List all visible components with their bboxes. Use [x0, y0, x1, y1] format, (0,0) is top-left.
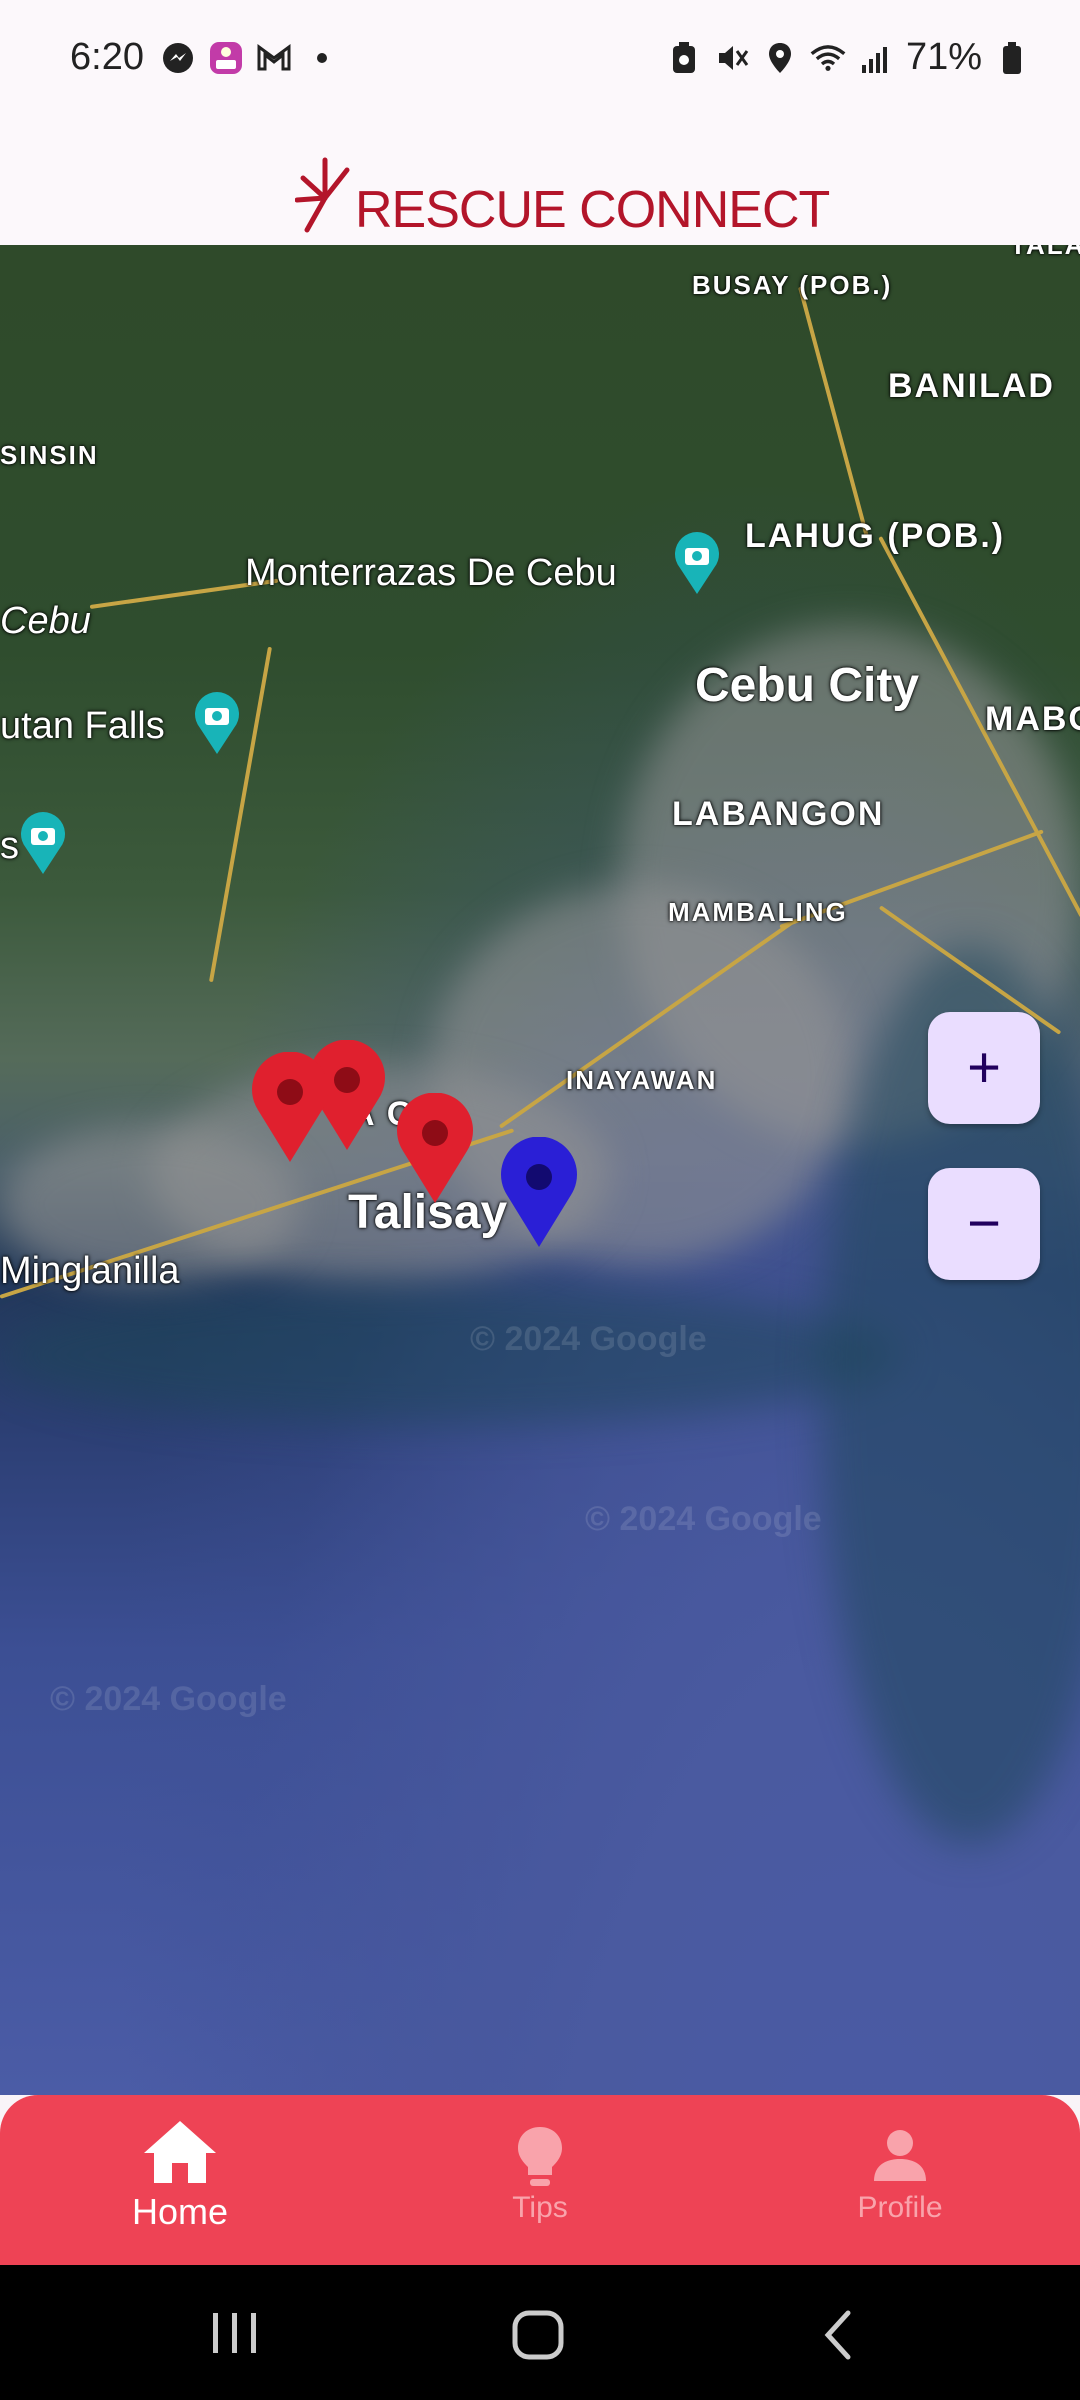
signal-icon [858, 40, 894, 76]
coastal-shelf [0, 1285, 900, 1425]
map-watermark: © 2024 Google [585, 1500, 822, 1538]
back-icon[interactable] [818, 2309, 858, 2361]
map-label-busay: BUSAY (POB.) [692, 270, 893, 300]
camera-poi-icon[interactable] [16, 810, 70, 876]
incident-marker-pin[interactable] [393, 1093, 477, 1205]
battery-percent: 71% [905, 36, 982, 78]
map-watermark: © 2024 Google [470, 1320, 707, 1358]
minus-icon: − [967, 1191, 1001, 1256]
recent-apps-icon[interactable] [207, 2309, 263, 2357]
rescue-burst-icon [295, 157, 350, 233]
home-circle-icon[interactable] [510, 2309, 566, 2361]
incident-marker-pin[interactable] [248, 1052, 332, 1164]
system-navigation-bar [0, 2265, 1080, 2400]
battery-icon [994, 40, 1030, 76]
nav-label-home: Home [131, 2191, 229, 2232]
home-icon [144, 2121, 216, 2183]
mute-icon [714, 40, 750, 76]
app-header: RESCUE CONNECT [0, 120, 1080, 245]
status-bar: 6:20 71% [0, 0, 1080, 120]
map-label-mabolo: MABO [985, 700, 1080, 738]
app-title: RESCUE CONNECT [355, 181, 830, 239]
location-icon [762, 40, 798, 76]
map-label-banilad: BANILAD [888, 367, 1055, 405]
gmail-icon [256, 40, 292, 76]
map-view[interactable]: BUSAY (POB.) TALAM BANILAD SINSIN LAHUG … [0, 245, 1080, 2095]
zoom-out-button[interactable]: − [928, 1168, 1040, 1280]
status-time: 6:20 [70, 36, 144, 78]
bottom-navigation: Home Tips Profile [0, 2095, 1080, 2265]
camera-poi-icon[interactable] [190, 690, 244, 756]
map-label-labangon: LABANGON [672, 795, 885, 833]
lightbulb-icon [518, 2127, 562, 2186]
app-badge-icon [208, 40, 244, 76]
map-label-sinsin: SINSIN [0, 440, 99, 470]
road [798, 286, 870, 539]
system-icons: 71% [666, 36, 1030, 79]
zoom-in-button[interactable]: + [928, 1012, 1040, 1124]
person-icon [874, 2130, 926, 2181]
map-label-cebu-city: Cebu City [695, 659, 920, 712]
map-label-talamban: TALAM [1010, 245, 1080, 260]
map-label-cebu: Cebu [0, 600, 91, 642]
map-label-inayawan: INAYAWAN [566, 1065, 718, 1095]
nav-label-tips: Tips [512, 2191, 568, 2224]
map-label-minglanilla: Minglanilla [0, 1250, 180, 1292]
plus-icon: + [967, 1035, 1001, 1100]
map-label-lahug: LAHUG (POB.) [745, 517, 1006, 555]
map-watermark: © 2024 Google [50, 1680, 287, 1718]
nav-label-profile: Profile [857, 2191, 943, 2224]
battery-saver-icon [666, 40, 702, 76]
app-logo: RESCUE CONNECT [295, 150, 830, 240]
more-notifications-dot-icon [304, 40, 340, 76]
camera-poi-icon[interactable] [670, 530, 724, 596]
nav-item-tips[interactable]: Tips [360, 2095, 720, 2265]
nav-item-profile[interactable]: Profile [720, 2095, 1080, 2265]
notification-icons [160, 40, 340, 76]
map-label-mambaling: MAMBALING [668, 897, 848, 927]
map-label-monterrazas: Monterrazas De Cebu [245, 552, 617, 594]
nav-item-home[interactable]: Home [0, 2095, 360, 2265]
messenger-icon [160, 40, 196, 76]
user-location-pin[interactable] [497, 1137, 581, 1249]
wifi-icon [810, 40, 846, 76]
map-label-falls: utan Falls [0, 705, 165, 747]
